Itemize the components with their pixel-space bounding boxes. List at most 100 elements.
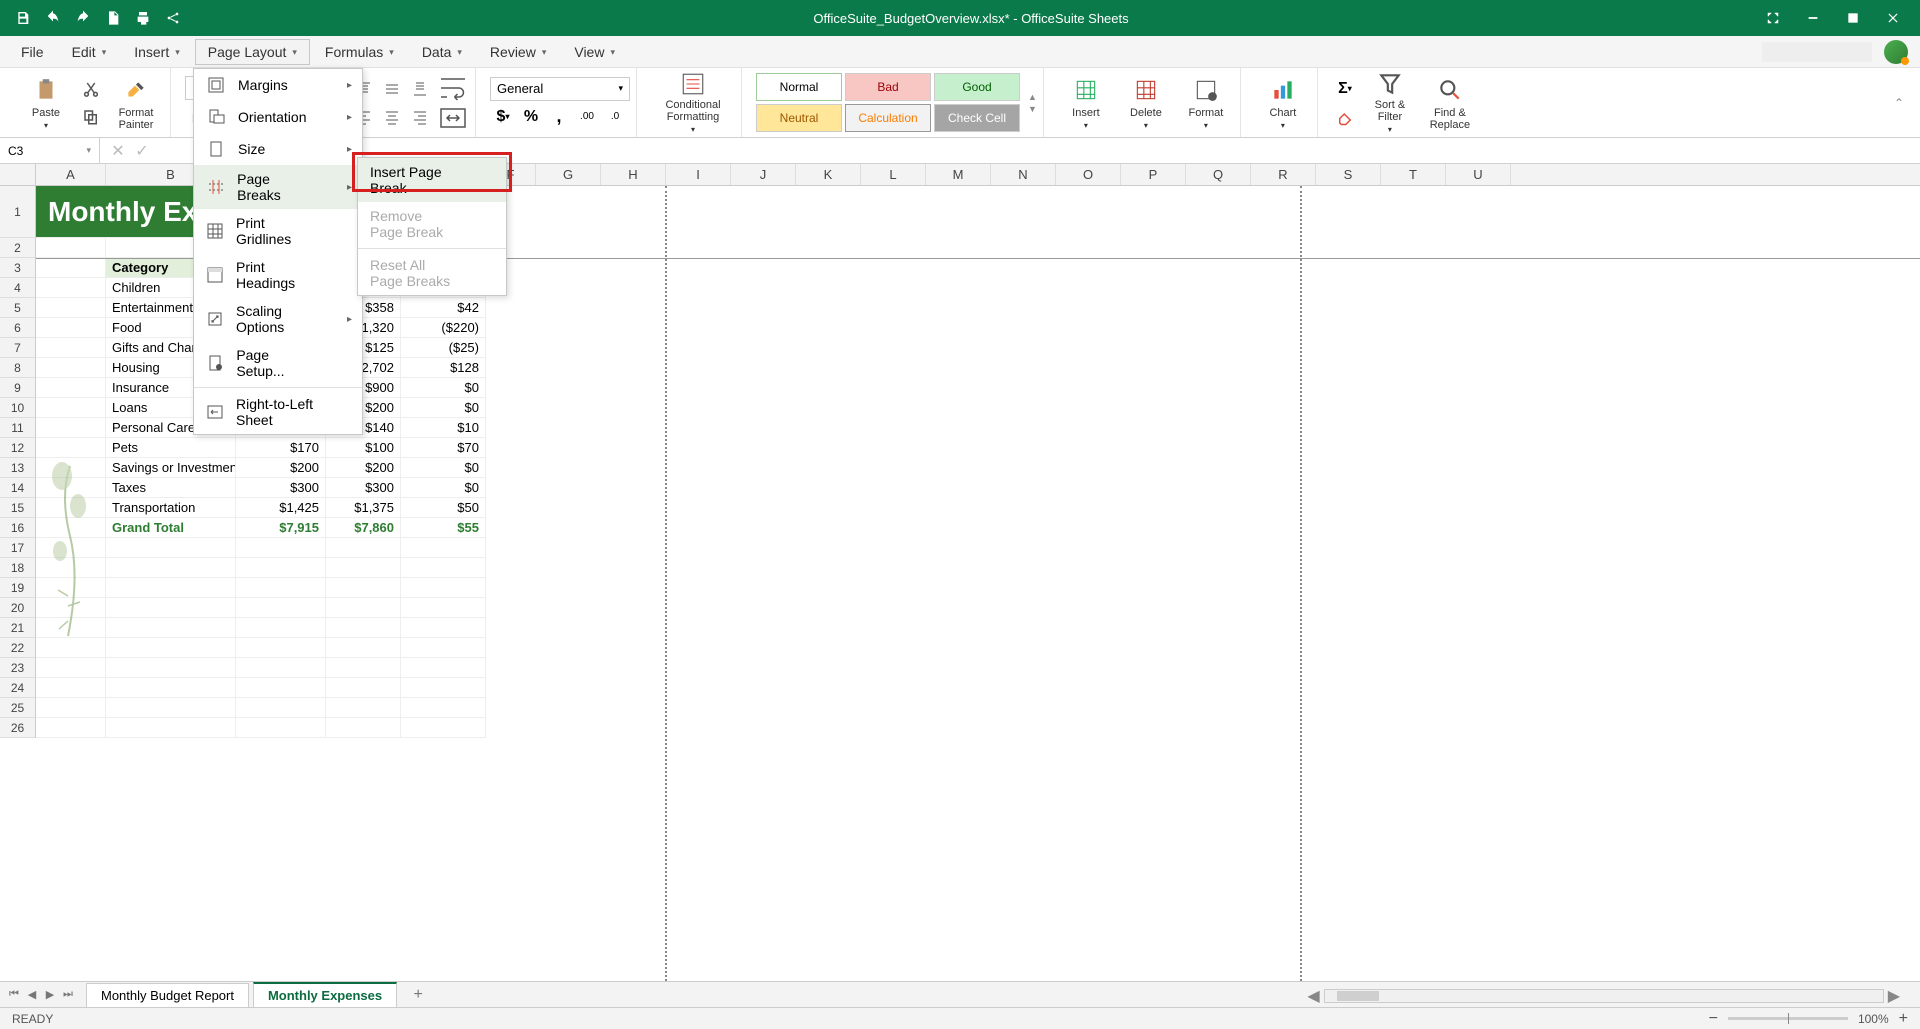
cancel-formula-icon[interactable]: ✕ [108, 141, 128, 161]
tab-monthly-expenses[interactable]: Monthly Expenses [253, 982, 397, 1007]
col-header[interactable]: L [861, 164, 926, 185]
fullscreen-icon[interactable] [1756, 7, 1790, 29]
row-header[interactable]: 23 [0, 658, 36, 678]
minimize-icon[interactable] [1796, 7, 1830, 29]
zoom-in-button[interactable]: + [1899, 1010, 1908, 1028]
cell-category[interactable]: Pets [106, 438, 236, 458]
decrease-decimal-icon[interactable]: .0 [602, 105, 628, 129]
col-header[interactable]: N [991, 164, 1056, 185]
row-header[interactable]: 2 [0, 238, 36, 258]
conditional-formatting-button[interactable]: Conditional Formatting▾ [651, 73, 735, 133]
style-check-cell[interactable]: Check Cell [934, 104, 1020, 132]
cell-cost[interactable]: $200 [236, 458, 326, 478]
col-header[interactable]: O [1056, 164, 1121, 185]
cell-diff[interactable]: $42 [401, 298, 486, 318]
hscroll-left-icon[interactable]: ◀ [1307, 986, 1319, 1006]
merge-cells-icon[interactable] [437, 104, 469, 132]
align-middle-icon[interactable] [379, 76, 405, 102]
print-icon[interactable] [132, 7, 154, 29]
menu-page-layout[interactable]: Page Layout▾ [195, 39, 310, 65]
copy-icon[interactable] [78, 104, 104, 130]
cell-diff[interactable]: $0 [401, 478, 486, 498]
cell-cost[interactable]: $170 [236, 438, 326, 458]
select-all-corner[interactable] [0, 164, 36, 185]
style-neutral[interactable]: Neutral [756, 104, 842, 132]
row-header[interactable]: 8 [0, 358, 36, 378]
style-calculation[interactable]: Calculation [845, 104, 931, 132]
paste-button[interactable]: Paste▾ [18, 73, 74, 133]
name-box[interactable]: C3▾ [0, 138, 100, 163]
menu-view[interactable]: View▾ [561, 39, 628, 65]
cell-diff[interactable]: $128 [401, 358, 486, 378]
col-header[interactable]: A [36, 164, 106, 185]
row-header[interactable]: 21 [0, 618, 36, 638]
cell-diff[interactable]: $0 [401, 458, 486, 478]
cell-cost[interactable]: $300 [236, 478, 326, 498]
col-header[interactable]: H [601, 164, 666, 185]
col-header[interactable]: J [731, 164, 796, 185]
row-header[interactable]: 24 [0, 678, 36, 698]
autosum-icon[interactable]: Σ▾ [1332, 76, 1358, 102]
cell-diff[interactable]: ($25) [401, 338, 486, 358]
format-painter-button[interactable]: Format Painter [108, 73, 164, 133]
col-header[interactable]: T [1381, 164, 1446, 185]
col-header[interactable]: Q [1186, 164, 1251, 185]
row-header[interactable]: 12 [0, 438, 36, 458]
row-header[interactable]: 6 [0, 318, 36, 338]
cell-actual[interactable]: $100 [326, 438, 401, 458]
tab-first-icon[interactable]: ⏮ [6, 988, 22, 1001]
row-header[interactable]: 3 [0, 258, 36, 278]
row-header[interactable]: 19 [0, 578, 36, 598]
col-header[interactable]: U [1446, 164, 1511, 185]
row-header[interactable]: 26 [0, 718, 36, 738]
cut-icon[interactable] [78, 76, 104, 102]
find-replace-button[interactable]: Find & Replace [1422, 73, 1478, 133]
cell-diff[interactable]: $0 [401, 398, 486, 418]
dd-orientation[interactable]: Orientation▸ [194, 101, 362, 133]
cell-diff[interactable]: $10 [401, 418, 486, 438]
increase-decimal-icon[interactable]: .00 [574, 105, 600, 129]
cell-category[interactable]: Taxes [106, 478, 236, 498]
username[interactable] [1762, 42, 1872, 62]
zoom-out-button[interactable]: − [1709, 1010, 1718, 1028]
menu-insert[interactable]: Insert▾ [121, 39, 193, 65]
cell-actual[interactable]: $1,375 [326, 498, 401, 518]
dd-print-gridlines[interactable]: Print Gridlines [194, 209, 362, 253]
row-header[interactable]: 16 [0, 518, 36, 538]
row-header[interactable]: 22 [0, 638, 36, 658]
grand-total-label[interactable]: Grand Total [106, 518, 236, 538]
tab-next-icon[interactable]: ▶ [42, 988, 58, 1001]
delete-button[interactable]: Delete▾ [1118, 73, 1174, 133]
cell-diff[interactable]: $70 [401, 438, 486, 458]
row-header[interactable]: 20 [0, 598, 36, 618]
add-sheet-button[interactable]: + [405, 986, 431, 1004]
row-header[interactable]: 25 [0, 698, 36, 718]
align-bottom-icon[interactable] [407, 76, 433, 102]
tab-last-icon[interactable]: ⏭ [60, 988, 76, 1001]
col-header[interactable]: P [1121, 164, 1186, 185]
row-header[interactable]: 7 [0, 338, 36, 358]
row-header[interactable]: 4 [0, 278, 36, 298]
row-header[interactable]: 18 [0, 558, 36, 578]
align-right-icon[interactable] [407, 104, 433, 130]
close-icon[interactable] [1876, 7, 1910, 29]
clear-icon[interactable] [1332, 104, 1358, 130]
row-header[interactable]: 17 [0, 538, 36, 558]
cell-actual[interactable]: $200 [326, 458, 401, 478]
align-center-icon[interactable] [379, 104, 405, 130]
row-header[interactable]: 1 [0, 186, 36, 238]
styles-scroll-down-icon[interactable]: ▼ [1028, 104, 1037, 114]
style-normal[interactable]: Normal [756, 73, 842, 101]
col-header[interactable]: R [1251, 164, 1316, 185]
row-header[interactable]: 14 [0, 478, 36, 498]
tab-prev-icon[interactable]: ◀ [24, 988, 40, 1001]
row-header[interactable]: 5 [0, 298, 36, 318]
menu-formulas[interactable]: Formulas▾ [312, 39, 407, 65]
cell-category[interactable]: Savings or Investmen [106, 458, 236, 478]
row-header[interactable]: 9 [0, 378, 36, 398]
insert-button[interactable]: Insert▾ [1058, 73, 1114, 133]
styles-scroll-up-icon[interactable]: ▲ [1028, 92, 1037, 102]
dd-size[interactable]: Size▸ [194, 133, 362, 165]
chart-button[interactable]: Chart▾ [1255, 73, 1311, 133]
col-header[interactable]: G [536, 164, 601, 185]
